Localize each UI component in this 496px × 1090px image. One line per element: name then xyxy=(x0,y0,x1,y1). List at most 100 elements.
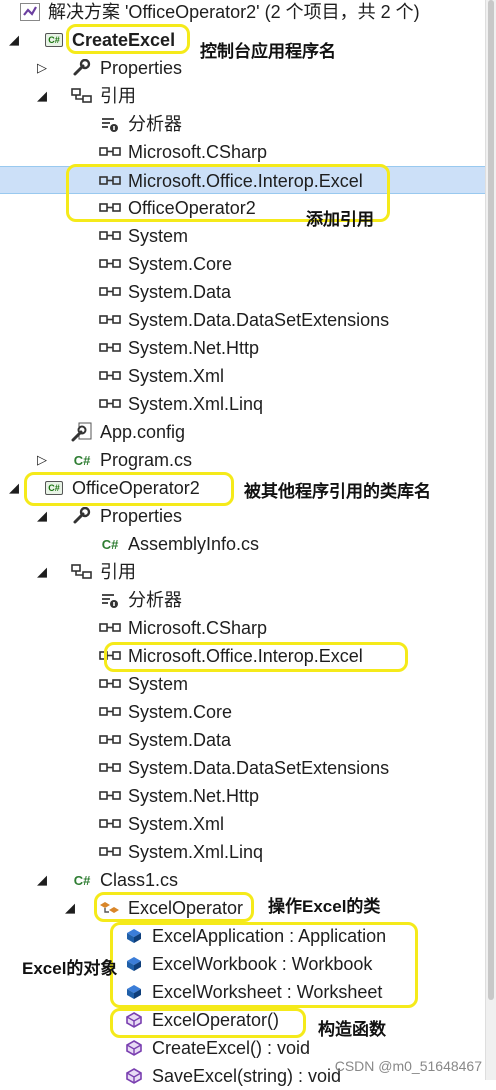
tree-item-label: System.Xml xyxy=(128,366,225,386)
tree-item-label: CreateExcel() : void xyxy=(152,1038,311,1058)
reference-icon xyxy=(98,702,122,722)
tree-item-label: Microsoft.CSharp xyxy=(128,142,268,162)
tree-item-label: System.Xml.Linq xyxy=(128,394,264,414)
tree-row-reference-item[interactable]: System.Data xyxy=(0,726,486,754)
highlight-excel-fields xyxy=(110,922,418,1008)
reference-icon xyxy=(98,618,122,638)
expand-arrow-open-icon[interactable]: ◢ xyxy=(62,898,78,918)
reference-icon xyxy=(98,338,122,358)
tree-item-label: App.config xyxy=(100,422,186,442)
tree-row-reference-item[interactable]: System.Data.DataSetExtensions xyxy=(0,754,486,782)
csharp-file-icon: C# xyxy=(73,872,91,888)
tree-item-label: 引用 xyxy=(100,562,136,582)
tree-item-label: 分析器 xyxy=(128,590,182,610)
tree-item-label: System.Data.DataSetExtensions xyxy=(128,310,390,330)
tree-item-label: System xyxy=(128,674,189,694)
expand-arrow-closed-icon[interactable]: ▷ xyxy=(34,58,50,78)
tree-item-label: Program.cs xyxy=(100,450,193,470)
reference-icon xyxy=(98,254,122,274)
annotation-console-app-name: 控制台应用程序名 xyxy=(200,42,336,61)
tree-row-reference-item[interactable]: System.Net.Http xyxy=(0,334,486,362)
vs-solution-icon xyxy=(18,2,42,22)
tree-row-solution-node[interactable]: 解决方案 'OfficeOperator2' (2 个项目，共 2 个) xyxy=(0,0,486,26)
expand-arrow-open-icon[interactable]: ◢ xyxy=(34,86,50,106)
tree-row-reference-item[interactable]: System.Core xyxy=(0,250,486,278)
tree-row-reference-item[interactable]: System xyxy=(0,222,486,250)
tree-row-references-folder[interactable]: ◢ 引用 xyxy=(0,82,486,110)
expand-arrow-open-icon[interactable]: ◢ xyxy=(6,478,22,498)
reference-icon xyxy=(98,226,122,246)
references-icon xyxy=(70,562,94,582)
highlight-createexcel xyxy=(66,24,190,54)
tree-row-reference-item[interactable]: Microsoft.CSharp xyxy=(0,614,486,642)
reference-icon xyxy=(98,814,122,834)
tree-row-file-app-config[interactable]: App.config xyxy=(0,418,486,446)
csharp-file-icon: C# xyxy=(101,536,119,552)
tree-row-reference-item[interactable]: System xyxy=(0,670,486,698)
csharp-file-icon: C# xyxy=(73,452,91,468)
annotation-excel-objects: Excel的对象 xyxy=(22,959,118,978)
expand-arrow-open-icon[interactable]: ◢ xyxy=(6,30,22,50)
tree-item-label: System.Core xyxy=(128,702,233,722)
tree-row-reference-item[interactable]: System.Net.Http xyxy=(0,782,486,810)
reference-icon xyxy=(98,786,122,806)
expand-arrow-closed-icon[interactable]: ▷ xyxy=(34,450,50,470)
highlight-exceloperator-class xyxy=(94,892,254,922)
tree-row-reference-item[interactable]: System.Xml.Linq xyxy=(0,838,486,866)
reference-icon xyxy=(98,394,122,414)
reference-icon xyxy=(98,730,122,750)
tree-row-reference-item[interactable]: System.Core xyxy=(0,698,486,726)
tree-row-reference-item[interactable]: Microsoft.CSharp xyxy=(0,138,486,166)
scrollbar-thumb[interactable] xyxy=(488,0,494,1000)
tree-item-label: System.Data xyxy=(128,282,232,302)
reference-icon xyxy=(98,310,122,330)
references-icon xyxy=(70,86,94,106)
tree-item-label: System.Xml.Linq xyxy=(128,842,264,862)
tree-item-label: System.Data.DataSetExtensions xyxy=(128,758,390,778)
tree-row-reference-item[interactable]: System.Xml xyxy=(0,362,486,390)
reference-icon xyxy=(98,366,122,386)
reference-icon xyxy=(98,758,122,778)
tree-item-label: System.Core xyxy=(128,254,233,274)
tree-item-label: Properties xyxy=(100,506,183,526)
tree-item-label: System xyxy=(128,226,189,246)
expand-arrow-open-icon[interactable]: ◢ xyxy=(34,506,50,526)
tree-item-label: System.Data xyxy=(128,730,232,750)
tree-item-label: 分析器 xyxy=(128,114,182,134)
tree-row-reference-item[interactable]: System.Xml.Linq xyxy=(0,390,486,418)
tree-item-label: SaveExcel(string) : void xyxy=(152,1066,342,1086)
config-icon xyxy=(70,422,94,442)
csharp-project-icon: C# xyxy=(42,30,66,50)
reference-icon xyxy=(98,674,122,694)
wrench-icon xyxy=(70,58,94,78)
tree-item-label: Class1.cs xyxy=(100,870,179,890)
tree-row-reference-analyzer[interactable]: 分析器 xyxy=(0,586,486,614)
tree-row-properties-folder[interactable]: ◢ Properties xyxy=(0,502,486,530)
tree-row-reference-item[interactable]: System.Data xyxy=(0,278,486,306)
method-icon xyxy=(122,1038,146,1058)
annotation-class-library-name: 被其他程序引用的类库名 xyxy=(244,482,431,501)
tree-row-reference-item[interactable]: System.Data.DataSetExtensions xyxy=(0,306,486,334)
tree-row-reference-item[interactable]: System.Xml xyxy=(0,810,486,838)
reference-icon xyxy=(98,842,122,862)
tree-item-label: System.Net.Http xyxy=(128,338,260,358)
method-icon xyxy=(122,1066,146,1086)
analyzer-icon xyxy=(98,590,122,610)
watermark-text: CSDN @m0_51648467 xyxy=(334,1058,482,1074)
tree-row-references-folder[interactable]: ◢ 引用 xyxy=(0,558,486,586)
expand-arrow-open-icon[interactable]: ◢ xyxy=(34,870,50,890)
tree-item-label: System.Net.Http xyxy=(128,786,260,806)
annotation-add-reference: 添加引用 xyxy=(306,210,374,229)
highlight-interop-reference xyxy=(104,642,408,672)
tree-row-file-assemblyinfo[interactable]: C# AssemblyInfo.cs xyxy=(0,530,486,558)
tree-row-file-program-cs[interactable]: ▷ C# Program.cs xyxy=(0,446,486,474)
tree-item-label: 引用 xyxy=(100,86,136,106)
tree-row-reference-analyzer[interactable]: 分析器 xyxy=(0,110,486,138)
tree-item-label: 解决方案 'OfficeOperator2' (2 个项目，共 2 个) xyxy=(48,2,420,22)
highlight-officeoperator2-project xyxy=(24,472,234,506)
tree-item-label: Properties xyxy=(100,58,183,78)
expand-arrow-open-icon[interactable]: ◢ xyxy=(34,562,50,582)
tree-row-file-class1-cs[interactable]: ◢ C# Class1.cs xyxy=(0,866,486,894)
vertical-scrollbar[interactable] xyxy=(485,0,496,1080)
highlight-constructor xyxy=(110,1008,306,1038)
